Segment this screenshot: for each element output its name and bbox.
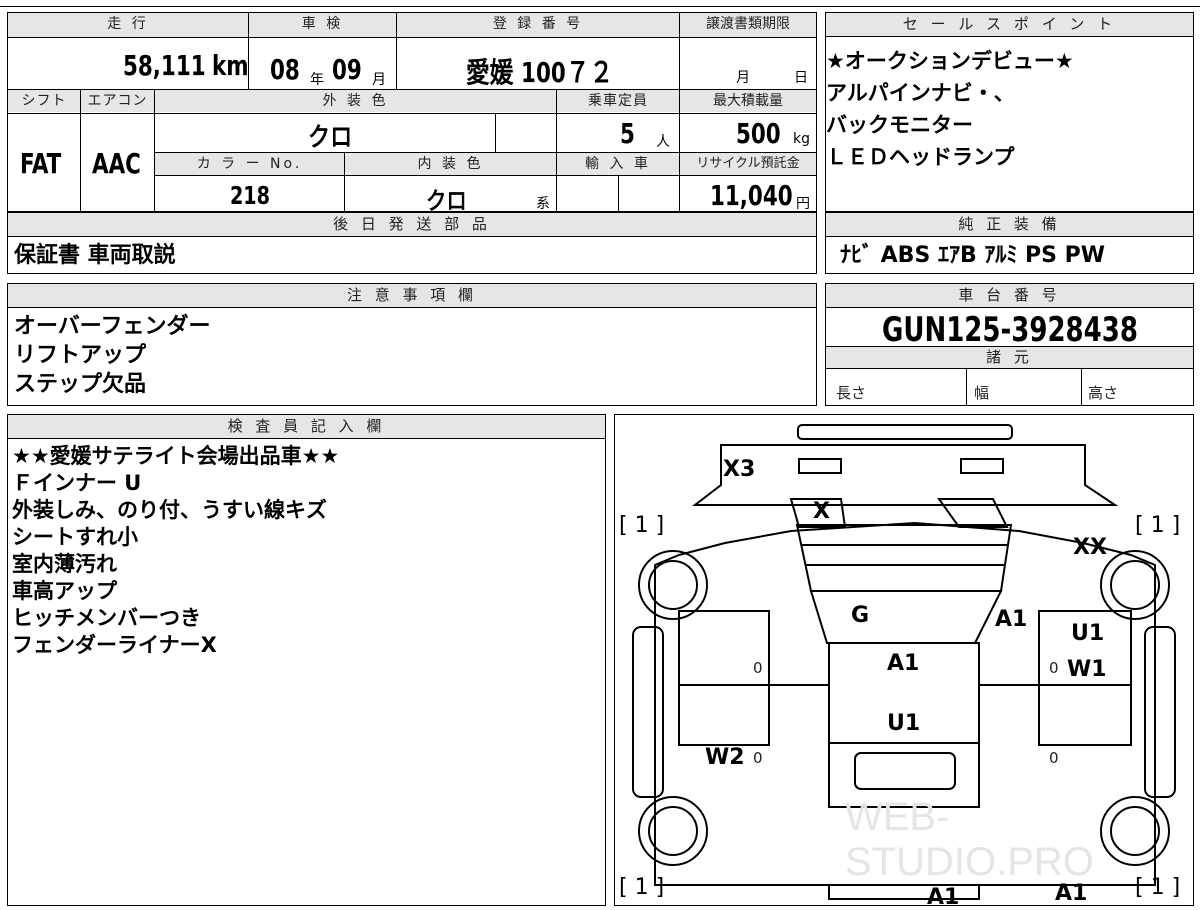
mileage-header: 走 行 bbox=[8, 13, 248, 37]
inspection-year-unit: 年 bbox=[310, 72, 324, 88]
note-line: ステップ欠品 bbox=[14, 372, 147, 397]
import-header: 輸 入 車 bbox=[557, 153, 679, 175]
sales-point-line: ＬＥＤヘッドランプ bbox=[826, 145, 1015, 169]
max-load-value: 500 bbox=[736, 117, 781, 150]
spec-height-label: 高さ bbox=[1088, 384, 1119, 402]
damage-mark-u1-center: U1 bbox=[887, 711, 921, 736]
zero-mark: 0 bbox=[753, 749, 763, 767]
notes-box: 注 意 事 項 欄 オーバーフェンダー リフトアップ ステップ欠品 bbox=[7, 283, 817, 406]
recycle-fee-unit: 円 bbox=[796, 196, 810, 212]
interior-color-unit: 系 bbox=[536, 196, 550, 212]
sales-point-line: ★オークションデビュー★ bbox=[826, 49, 1074, 73]
sales-point-line: バックモニター bbox=[826, 113, 973, 137]
inspection-header: 車 検 bbox=[249, 13, 396, 37]
exterior-color-value: クロ bbox=[308, 123, 353, 153]
inspector-line: ★★愛媛サテライト会場出品車★★ bbox=[12, 444, 340, 468]
chassis-value: GUN125-3928438 bbox=[882, 310, 1138, 350]
transfer-day-unit: 日 bbox=[794, 70, 808, 86]
mileage-value: 58,111 bbox=[123, 49, 206, 82]
inspector-line: シートすれ小 bbox=[12, 525, 138, 549]
inspector-line: 外装しみ、のり付、うすい線キズ bbox=[12, 498, 327, 522]
inspector-box: 検 査 員 記 入 欄 ★★愛媛サテライト会場出品車★★ Ｆインナー U 外装し… bbox=[7, 414, 606, 906]
sales-points-box: セ ー ル ス ポ イ ン ト ★オークションデビュー★ アルパインナビ・、 バ… bbox=[825, 12, 1194, 212]
note-line: リフトアップ bbox=[14, 343, 147, 368]
damage-mark-w1: W1 bbox=[1067, 657, 1107, 682]
inspector-line: Ｆインナー U bbox=[12, 471, 142, 495]
equipment-header: 純 正 装 備 bbox=[826, 213, 1193, 237]
inspection-month-unit: 月 bbox=[372, 72, 386, 88]
capacity-header: 乗車定員 bbox=[557, 90, 679, 112]
damage-mark-xx: XX bbox=[1073, 535, 1107, 560]
shift-header: シフト bbox=[8, 90, 80, 112]
transfer-month-unit: 月 bbox=[736, 70, 750, 86]
main-table: 走 行 車 検 登 録 番 号 譲渡書類期限 58,111 km 08 年 09… bbox=[7, 12, 817, 215]
damage-mark-a1-right: A1 bbox=[995, 607, 1028, 632]
top-strip bbox=[0, 0, 1200, 7]
damage-mark-g: G bbox=[851, 603, 870, 628]
damage-mark-a1-center: A1 bbox=[887, 651, 920, 676]
recycle-fee-value: 11,040 bbox=[710, 179, 793, 212]
registration-header: 登 録 番 号 bbox=[397, 13, 679, 37]
inspection-year: 08 bbox=[270, 53, 300, 86]
later-parts-value: 保証書 車両取説 bbox=[14, 243, 176, 268]
specs-header: 諸 元 bbox=[826, 347, 1193, 369]
capacity-value: 5 bbox=[620, 117, 635, 150]
chassis-box: 車 台 番 号 GUN125-3928438 諸 元 長さ 幅 高さ bbox=[825, 283, 1194, 406]
inspector-line: 室内薄汚れ bbox=[12, 552, 117, 576]
sales-points-header: セ ー ル ス ポ イ ン ト bbox=[826, 13, 1193, 37]
max-load-header: 最大積載量 bbox=[680, 90, 816, 112]
inspector-header: 検 査 員 記 入 欄 bbox=[8, 415, 605, 439]
zero-mark: 0 bbox=[1049, 659, 1059, 677]
later-parts-box: 後 日 発 送 部 品 保証書 車両取説 bbox=[7, 212, 817, 274]
tire-tread-fr: [ 1 ] bbox=[1135, 513, 1181, 538]
capacity-unit: 人 bbox=[656, 134, 670, 150]
tire-tread-fl: [ 1 ] bbox=[619, 513, 665, 538]
color-no-value: 218 bbox=[230, 181, 270, 210]
aircon-header: エアコン bbox=[81, 90, 154, 112]
exterior-color-header: 外 装 色 bbox=[155, 90, 556, 112]
aircon-value: AAC bbox=[92, 147, 141, 180]
recycle-fee-header: リサイクル預託金 bbox=[680, 153, 816, 175]
damage-mark-a1-bottom: A1 bbox=[927, 885, 960, 910]
equipment-box: 純 正 装 備 ﾅﾋﾞ ABS ｴｱB ｱﾙﾐ PS PW bbox=[825, 212, 1194, 274]
zero-mark: 0 bbox=[753, 659, 763, 677]
tire-tread-rr: [ 1 ] bbox=[1135, 875, 1181, 900]
zero-mark: 0 bbox=[1049, 749, 1059, 767]
inspector-line: 車高アップ bbox=[12, 579, 117, 603]
tire-tread-rl: [ 1 ] bbox=[619, 875, 665, 900]
shift-value: FAT bbox=[20, 147, 62, 180]
registration-value: 愛媛 100７２ bbox=[466, 56, 614, 89]
sales-point-line: アルパインナビ・、 bbox=[826, 81, 1015, 105]
note-line: オーバーフェンダー bbox=[14, 314, 211, 339]
max-load-unit: kg bbox=[793, 131, 810, 147]
later-parts-header: 後 日 発 送 部 品 bbox=[8, 213, 816, 237]
watermark: WEB-STUDIO.PRO bbox=[845, 795, 1094, 884]
spec-width-label: 幅 bbox=[974, 384, 990, 402]
chassis-header: 車 台 番 号 bbox=[826, 284, 1193, 308]
mileage-unit: km bbox=[212, 49, 249, 82]
equipment-value: ﾅﾋﾞ ABS ｴｱB ｱﾙﾐ PS PW bbox=[840, 243, 1106, 268]
transfer-deadline-header: 譲渡書類期限 bbox=[680, 13, 816, 37]
interior-color-value: クロ bbox=[426, 187, 467, 215]
car-diagram-box: WEB-STUDIO.PRO X3 X XX G A1 U1 W1 A1 U1 … bbox=[614, 414, 1194, 910]
inspector-line: ヒッチメンバーつき bbox=[12, 606, 201, 630]
color-no-header: カ ラ ー No. bbox=[155, 153, 344, 175]
notes-header: 注 意 事 項 欄 bbox=[8, 284, 816, 308]
damage-mark-x: X bbox=[813, 499, 830, 524]
damage-mark-w2: W2 bbox=[705, 745, 745, 770]
inspection-month: 09 bbox=[332, 53, 362, 86]
damage-mark-u1-right: U1 bbox=[1071, 621, 1105, 646]
damage-mark-x3: X3 bbox=[723, 457, 756, 482]
inspector-line: フェンダーライナーX bbox=[12, 633, 217, 657]
interior-color-header: 内 装 色 bbox=[345, 153, 556, 175]
spec-length-label: 長さ bbox=[836, 384, 867, 402]
damage-mark-a1-bottom2: A1 bbox=[1055, 881, 1088, 906]
